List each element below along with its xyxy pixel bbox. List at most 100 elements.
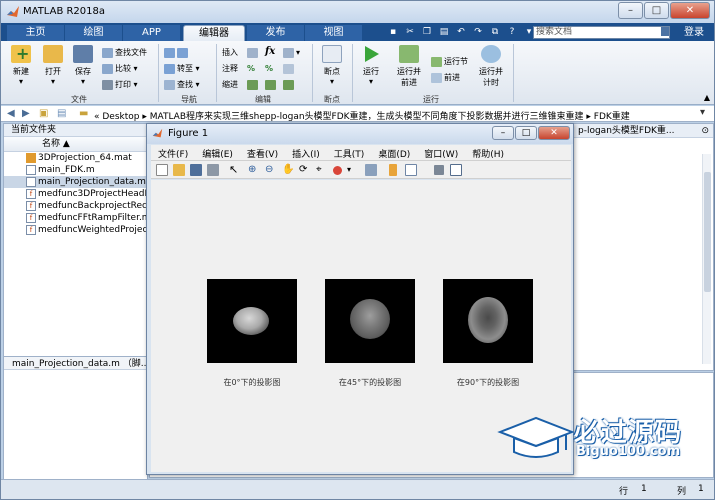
brush-dropdown-icon[interactable]: ▾ [347, 164, 359, 176]
run-and-time-button[interactable]: 运行并 计时 [473, 45, 509, 88]
pan-hand-icon[interactable]: ✋ [282, 164, 294, 176]
indent-button[interactable]: 缩进 [222, 78, 238, 91]
file-row[interactable]: f medfuncWeightedProject [4, 224, 147, 236]
file-row[interactable]: main_FDK.m [4, 164, 147, 176]
save-icon[interactable] [190, 164, 202, 176]
insert-button[interactable]: 插入 [222, 46, 238, 59]
figure-minimize-button[interactable]: – [492, 126, 514, 140]
tab-plots[interactable]: 绘图 [65, 25, 122, 41]
cut-icon[interactable]: ✂ [403, 26, 417, 38]
comment-percent-icon[interactable]: % [247, 62, 255, 75]
tab-apps[interactable]: APP [123, 25, 180, 41]
menu-help[interactable]: 帮助(H) [465, 145, 511, 160]
path-dropdown-icon[interactable]: ▾ [700, 107, 705, 118]
pointer-icon[interactable]: ↖ [229, 164, 241, 176]
file-details-bar[interactable]: main_Projection_data.m （脚... [4, 356, 147, 370]
file-row[interactable]: f medfuncFFtRampFilter.m [4, 212, 147, 224]
figure-title: Figure 1 [168, 128, 209, 139]
uncomment-icon[interactable]: % [265, 62, 273, 75]
new-figure-icon[interactable] [156, 164, 168, 176]
new-button[interactable]: + 新建 ▾ [5, 44, 37, 86]
find-button[interactable]: 查找 ▾ [164, 78, 200, 91]
run-button[interactable]: 运行 ▾ [356, 45, 386, 86]
wrap-comment-icon[interactable] [283, 62, 296, 75]
menu-tools[interactable]: 工具(T) [327, 145, 372, 160]
search-input[interactable]: 搜索文档 [533, 26, 670, 39]
editor-scrollbar[interactable] [702, 154, 711, 364]
zoom-out-icon[interactable]: ⊖ [265, 164, 277, 176]
data-cursor-icon[interactable]: ⌖ [316, 164, 328, 176]
zoom-in-icon[interactable]: ⊕ [248, 164, 260, 176]
tab-home[interactable]: 主页 [7, 25, 64, 41]
folder-up-icon[interactable]: ▣ [39, 108, 48, 119]
editor-tab-title[interactable]: p-logan头模型FDK重... [572, 124, 713, 138]
search-icon[interactable] [661, 27, 669, 36]
increase-indent-icon[interactable] [265, 78, 278, 91]
smart-indent-icon[interactable] [247, 78, 260, 91]
group-separator [216, 44, 217, 102]
undo-icon[interactable]: ↶ [454, 26, 468, 38]
print-button[interactable]: 打印 ▾ [102, 78, 138, 91]
nav-back-forward[interactable] [164, 46, 190, 59]
goto-button[interactable]: 转至 ▾ [164, 62, 200, 75]
file-row-selected[interactable]: main_Projection_data.m [4, 176, 147, 188]
help-icon[interactable]: ? [505, 26, 519, 38]
scroll-thumb[interactable] [704, 172, 711, 292]
rotate-3d-icon[interactable]: ⟳ [299, 164, 311, 176]
brush-icon[interactable] [333, 166, 342, 175]
open-icon[interactable] [173, 164, 185, 176]
panel-options-icon[interactable]: ⊙ [701, 126, 709, 136]
colorbar-icon[interactable] [389, 164, 397, 176]
collapse-ribbon-icon[interactable]: ▲ [704, 93, 710, 102]
copy-icon[interactable]: ❐ [420, 26, 434, 38]
insert-function-icon[interactable]: ▾ [283, 46, 300, 59]
name-column-header[interactable]: 名称 ▲ [4, 137, 147, 152]
path-breadcrumb[interactable]: « Desktop ▸ MATLAB程序来实现三维shepp-logan头模型F… [94, 109, 630, 122]
legend-icon[interactable] [405, 164, 417, 176]
advance-button[interactable]: 前进 [431, 71, 460, 84]
back-arrow-icon[interactable]: ◀ [7, 108, 15, 119]
save-icon[interactable]: ▪ [386, 26, 400, 38]
find-files-button[interactable]: 查找文件 [102, 46, 147, 59]
insert-section-icon[interactable] [247, 46, 260, 59]
save-button[interactable]: 保存 ▾ [67, 45, 99, 86]
comment-button[interactable]: 注释 [222, 62, 238, 75]
breakpoints-button[interactable]: 断点 ▾ [315, 45, 349, 86]
figure-close-button[interactable]: ✕ [538, 126, 570, 140]
link-plot-icon[interactable] [365, 164, 377, 176]
print-icon[interactable] [207, 164, 219, 176]
menu-edit[interactable]: 编辑(E) [195, 145, 240, 160]
hide-plot-tools-icon[interactable] [434, 165, 444, 175]
decrease-indent-icon[interactable] [283, 78, 296, 91]
minimize-button[interactable]: – [618, 2, 643, 19]
caption-45deg: 在45°下的投影图 [338, 378, 402, 387]
open-button[interactable]: 打开 ▾ [37, 45, 69, 86]
menu-insert[interactable]: 插入(I) [285, 145, 327, 160]
login-button[interactable]: 登录 [677, 25, 711, 40]
forward-arrow-icon[interactable]: ▶ [22, 108, 30, 119]
compare-button[interactable]: 比较 ▾ [102, 62, 138, 75]
menu-window[interactable]: 窗口(W) [417, 145, 465, 160]
figure-maximize-button[interactable]: □ [515, 126, 537, 140]
tab-view[interactable]: 视图 [305, 25, 362, 41]
close-button[interactable]: ✕ [670, 2, 710, 19]
folder-icon [43, 45, 63, 63]
run-section-button[interactable]: 运行节 [431, 55, 468, 68]
file-row[interactable]: f medfunc3DProjectHeadM [4, 188, 147, 200]
switch-windows-icon[interactable]: ⧉ [488, 26, 502, 38]
menu-file[interactable]: 文件(F) [151, 145, 195, 160]
show-plot-tools-icon[interactable] [450, 164, 462, 176]
fx-button[interactable]: fx [265, 45, 275, 58]
file-row[interactable]: f medfuncBackprojectReco [4, 200, 147, 212]
maximize-button[interactable]: □ [644, 2, 669, 19]
tab-publish[interactable]: 发布 [247, 25, 304, 41]
redo-icon[interactable]: ↷ [471, 26, 485, 38]
menu-desktop[interactable]: 桌面(D) [371, 145, 417, 160]
file-row[interactable]: 3DProjection_64.mat [4, 152, 147, 164]
run-and-advance-button[interactable]: 运行并 前进 [391, 45, 427, 88]
paste-icon[interactable]: ▤ [437, 26, 451, 38]
browse-folder-icon[interactable]: ▤ [57, 108, 66, 119]
projection-image-45deg [325, 279, 415, 363]
menu-view[interactable]: 查看(V) [240, 145, 285, 160]
tab-editor[interactable]: 编辑器 [183, 25, 245, 41]
